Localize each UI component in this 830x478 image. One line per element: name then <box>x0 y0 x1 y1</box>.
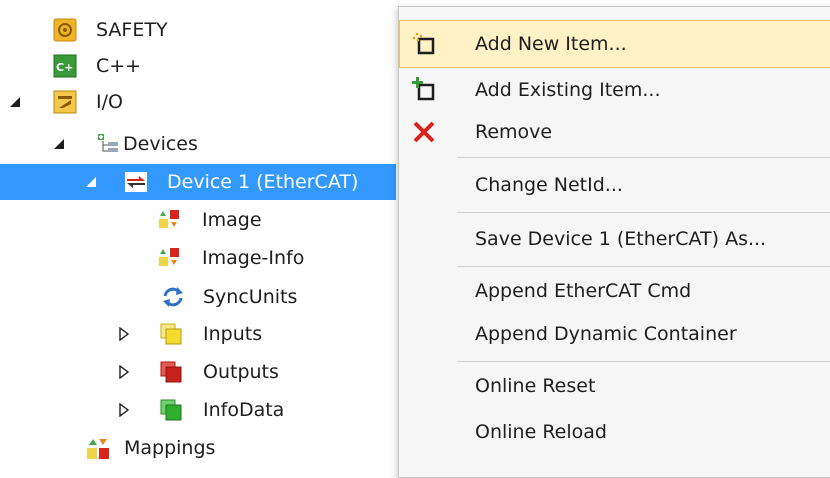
svg-text:C+: C+ <box>56 61 73 74</box>
inputs-icon <box>160 323 182 345</box>
tree-item-device-1[interactable]: Device 1 (EtherCAT) <box>0 164 396 200</box>
tree-item-label: InfoData <box>203 399 285 421</box>
info-data-icon <box>160 399 182 421</box>
tree-item-io[interactable]: I/O <box>0 84 396 120</box>
menu-item-label: Online Reset <box>475 375 596 397</box>
menu-item-label: Append EtherCAT Cmd <box>475 280 692 302</box>
safety-icon <box>53 18 77 42</box>
menu-item-change-netid[interactable]: Change NetId... <box>400 162 830 208</box>
menu-item-label: Online Reload <box>475 421 607 443</box>
add-existing-item-icon <box>412 77 435 101</box>
menu-item-append-ethercat-cmd[interactable]: Append EtherCAT Cmd <box>400 268 830 314</box>
context-menu: Add New Item... Add Existing Item... Rem… <box>398 6 830 478</box>
tree-item-sync-units[interactable]: SyncUnits <box>0 279 396 315</box>
menu-item-label: Add Existing Item... <box>475 79 661 101</box>
tree-item-cpp[interactable]: C+ C++ <box>0 48 396 84</box>
menu-item-save-device-as[interactable]: Save Device 1 (EtherCAT) As... <box>400 216 830 262</box>
remove-icon <box>413 121 435 143</box>
expanded-arrow-icon[interactable] <box>52 137 66 151</box>
menu-item-label: Append Dynamic Container <box>475 323 737 345</box>
menu-separator <box>457 266 830 267</box>
tree-item-label: I/O <box>96 91 123 113</box>
outputs-icon <box>160 361 182 383</box>
menu-item-label: Add New Item... <box>475 33 627 55</box>
cpp-icon: C+ <box>53 54 77 78</box>
menu-separator <box>457 157 830 158</box>
menu-item-remove[interactable]: Remove <box>400 109 830 155</box>
tree-item-label: Image <box>202 209 262 231</box>
menu-item-online-reload[interactable]: Online Reload <box>400 409 830 455</box>
image-icon <box>159 210 179 228</box>
menu-separator <box>457 212 830 213</box>
sync-units-icon <box>163 287 183 307</box>
tree-item-image[interactable]: Image <box>0 202 396 238</box>
tree-item-label: Image-Info <box>202 247 305 269</box>
tree-item-inputs[interactable]: Inputs <box>0 316 396 352</box>
menu-item-online-reset[interactable]: Online Reset <box>400 363 830 409</box>
tree-item-label: SyncUnits <box>203 286 298 308</box>
menu-item-add-existing-item[interactable]: Add Existing Item... <box>400 67 830 113</box>
expanded-arrow-icon[interactable] <box>8 95 22 109</box>
tree-item-label: C++ <box>96 55 142 77</box>
add-new-item-icon <box>412 32 435 55</box>
tree-item-label: Outputs <box>203 361 279 383</box>
menu-separator <box>457 361 830 362</box>
tree-item-devices[interactable]: Devices <box>0 126 396 162</box>
mappings-icon <box>87 439 109 459</box>
collapsed-arrow-icon[interactable] <box>117 365 131 379</box>
menu-item-label: Remove <box>475 121 553 143</box>
collapsed-arrow-icon[interactable] <box>117 403 131 417</box>
menu-item-add-new-item[interactable]: Add New Item... <box>399 20 830 68</box>
tree-item-label: Devices <box>123 133 198 155</box>
tree-item-mappings[interactable]: Mappings <box>0 430 396 466</box>
menu-item-label: Change NetId... <box>475 174 623 196</box>
image-info-icon <box>159 248 179 266</box>
collapsed-arrow-icon[interactable] <box>117 327 131 341</box>
menu-item-label: Save Device 1 (EtherCAT) As... <box>475 228 767 250</box>
io-icon <box>53 90 77 114</box>
tree-item-outputs[interactable]: Outputs <box>0 354 396 390</box>
tree-item-info-data[interactable]: InfoData <box>0 392 396 428</box>
tree-item-label: Device 1 (EtherCAT) <box>167 171 359 193</box>
tree-item-safety[interactable]: SAFETY <box>0 12 396 48</box>
ethercat-device-icon <box>125 172 147 192</box>
tree-item-label: Inputs <box>203 323 263 345</box>
tree-item-label: SAFETY <box>96 19 168 41</box>
tree-item-label: Mappings <box>124 437 216 459</box>
expanded-arrow-icon[interactable] <box>84 175 98 189</box>
devices-icon <box>98 134 118 152</box>
tree-item-image-info[interactable]: Image-Info <box>0 240 396 276</box>
menu-item-append-dynamic-container[interactable]: Append Dynamic Container <box>400 311 830 357</box>
